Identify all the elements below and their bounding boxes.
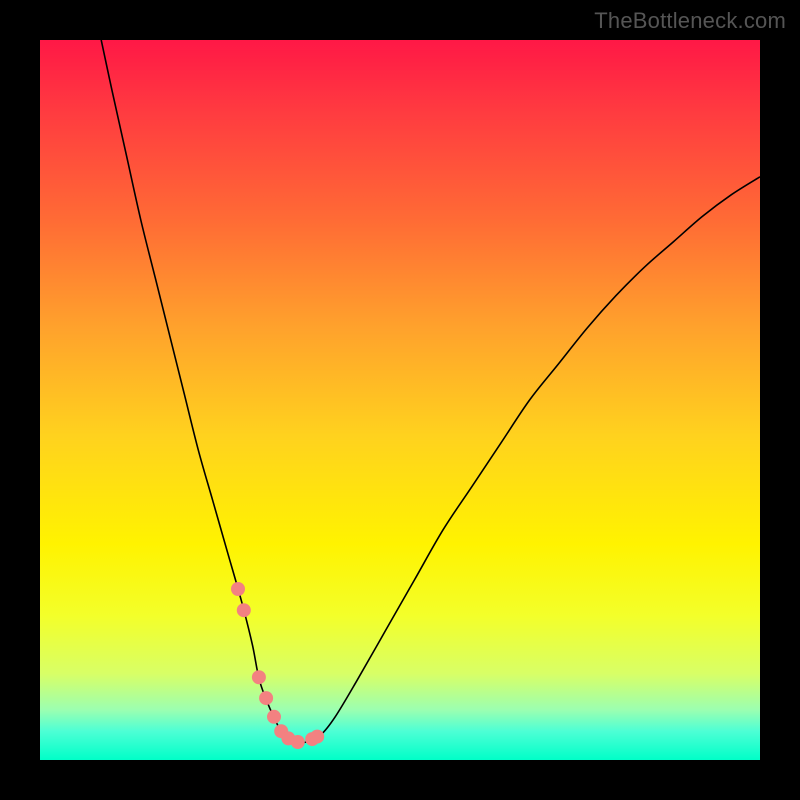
bottleneck-curve [40,40,760,760]
watermark-text: TheBottleneck.com [594,8,786,34]
chart-plot-area [40,40,760,760]
curve-path [101,40,760,743]
